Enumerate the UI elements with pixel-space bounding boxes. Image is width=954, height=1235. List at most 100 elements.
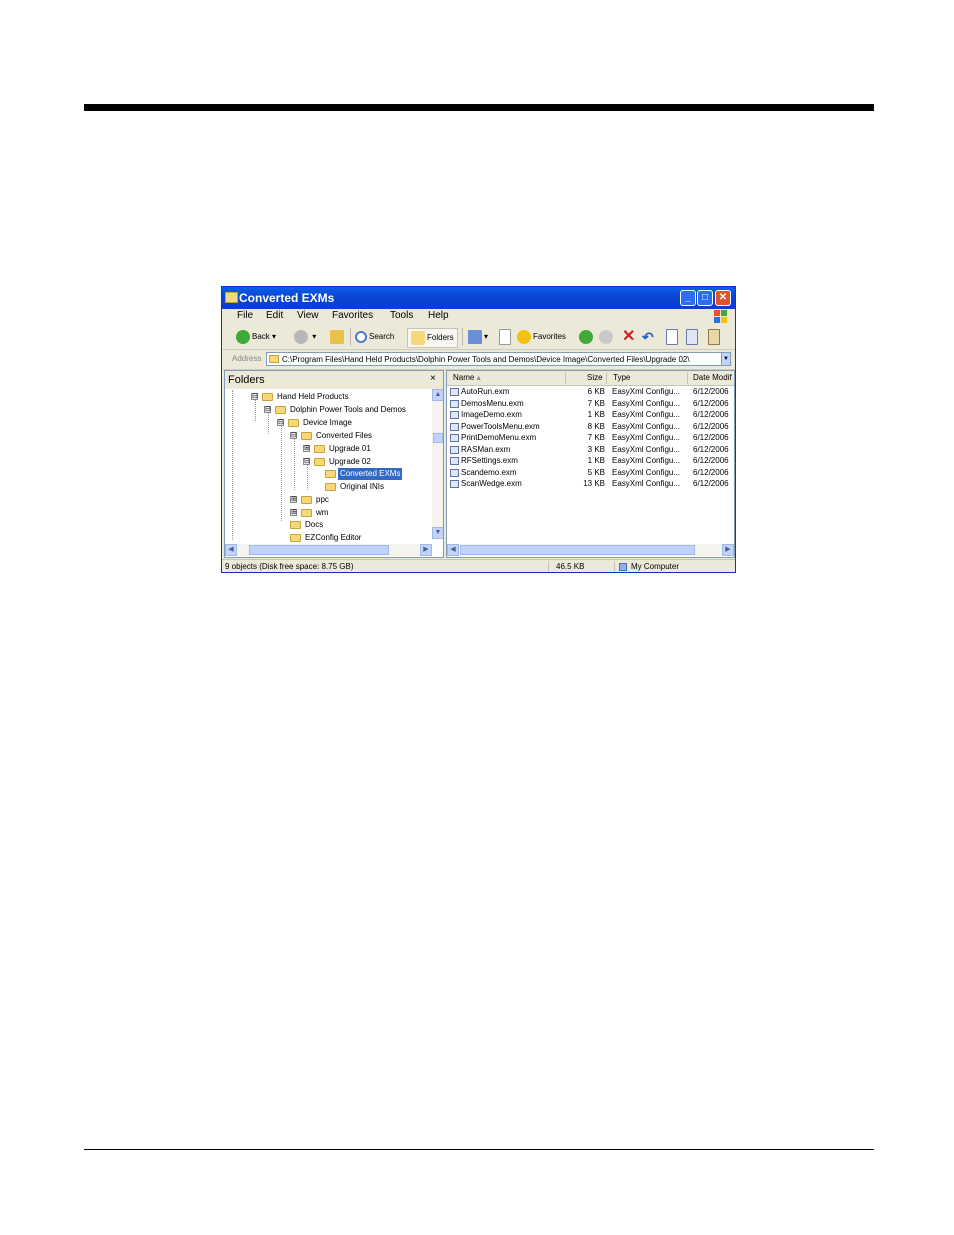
collapse-toggle[interactable]: ⊟ xyxy=(303,458,310,465)
file-row[interactable]: RFSettings.exm 1 KB EasyXml Configu... 6… xyxy=(447,455,734,467)
expand-toggle[interactable]: ⊞ xyxy=(290,509,297,516)
paste-icon xyxy=(708,328,720,345)
folders-pane-header: Folders × xyxy=(225,371,443,389)
collapse-toggle[interactable]: ⊟ xyxy=(290,432,297,439)
favorites-button[interactable]: Favorites xyxy=(517,328,566,346)
maximize-button[interactable]: □ xyxy=(697,290,713,306)
tree-item-device-image[interactable]: ⊟ Device Image xyxy=(277,417,427,429)
sort-ascending-icon: ▴ xyxy=(476,373,481,382)
delete-button[interactable]: ✕ xyxy=(622,328,635,346)
folders-horizontal-scrollbar[interactable]: ◀ ▶ xyxy=(225,544,432,556)
address-label: Address xyxy=(232,354,262,363)
minimize-button[interactable]: _ xyxy=(680,290,696,306)
menu-edit[interactable]: Edit xyxy=(266,310,283,321)
paste-button[interactable] xyxy=(708,328,722,346)
my-computer-icon xyxy=(619,563,627,571)
file-type: EasyXml Configu... xyxy=(612,456,681,465)
back-button[interactable]: Back ▾ xyxy=(236,328,276,346)
tree-item-label: ppc xyxy=(316,495,329,504)
file-row[interactable]: ScanWedge.exm 13 KB EasyXml Configu... 6… xyxy=(447,478,734,490)
address-dropdown-button[interactable]: ▼ xyxy=(721,352,731,366)
status-object-count: 9 objects (Disk free space: 8.75 GB) xyxy=(225,562,354,571)
tree-item-converted-files[interactable]: ⊟ Converted Files xyxy=(290,430,430,442)
tree-item-dolphin-power-tools[interactable]: ⊟ Dolphin Power Tools and Demos xyxy=(264,404,434,416)
folder-icon xyxy=(225,292,238,303)
search-button[interactable]: Search xyxy=(355,328,394,346)
folder-icon xyxy=(314,458,325,466)
scroll-thumb[interactable] xyxy=(433,433,443,443)
column-header-name[interactable]: Name ▴ xyxy=(453,373,481,382)
toolbar-separator xyxy=(462,328,463,346)
tree-item-docs[interactable]: Docs xyxy=(290,519,390,531)
expand-toggle[interactable]: ⊞ xyxy=(303,445,310,452)
up-folder-button[interactable] xyxy=(330,328,346,346)
file-date: 6/12/2006 xyxy=(693,479,729,488)
tree-item-ppc[interactable]: ⊞ ppc xyxy=(290,494,390,506)
address-input[interactable]: C:\Program Files\Hand Held Products\Dolp… xyxy=(266,352,723,366)
folders-vertical-scrollbar[interactable]: ▲ ▼ xyxy=(432,389,443,539)
search-label: Search xyxy=(369,332,395,341)
scroll-right-button[interactable]: ▶ xyxy=(420,544,432,556)
scroll-left-button[interactable]: ◀ xyxy=(225,544,237,556)
scroll-up-button[interactable]: ▲ xyxy=(432,389,443,401)
exm-file-icon xyxy=(450,469,459,477)
file-type: EasyXml Configu... xyxy=(612,387,681,396)
file-row[interactable]: AutoRun.exm 6 KB EasyXml Configu... 6/12… xyxy=(447,386,734,398)
tree-item-original-inis[interactable]: Original INIs xyxy=(325,481,425,493)
scroll-thumb[interactable] xyxy=(460,545,695,555)
collapse-toggle[interactable]: ⊟ xyxy=(264,406,271,413)
menu-tools[interactable]: Tools xyxy=(390,310,413,321)
folder-icon xyxy=(290,521,301,529)
collapse-toggle[interactable]: ⊟ xyxy=(277,419,284,426)
column-header-type[interactable]: Type xyxy=(613,373,630,382)
tree-item-converted-exms[interactable]: Converted EXMs xyxy=(325,468,425,480)
expand-toggle[interactable]: ⊞ xyxy=(290,496,297,503)
column-header-size[interactable]: Size xyxy=(587,373,603,382)
delete-x-icon: ✕ xyxy=(622,328,636,345)
move-to-button[interactable] xyxy=(599,328,615,346)
folder-icon xyxy=(290,534,301,542)
file-name: RFSettings.exm xyxy=(461,456,518,465)
folders-pane-close-button[interactable]: × xyxy=(430,373,436,384)
properties-icon xyxy=(666,328,678,345)
views-button[interactable]: ▾ xyxy=(468,328,488,346)
close-button[interactable]: ✕ xyxy=(715,290,731,306)
tree-item-label-selected: Converted EXMs xyxy=(338,468,403,480)
tree-item-label: Hand Held Products xyxy=(277,392,349,401)
history-button[interactable] xyxy=(579,328,595,346)
tree-item-hand-held-products[interactable]: ⊟ Hand Held Products xyxy=(251,391,431,403)
collapse-toggle[interactable]: ⊟ xyxy=(251,393,258,400)
column-header-date-modified[interactable]: Date Modif xyxy=(693,373,732,382)
menu-favorites[interactable]: Favorites xyxy=(332,310,373,321)
scroll-right-button[interactable]: ▶ xyxy=(722,544,734,556)
scroll-down-button[interactable]: ▼ xyxy=(432,527,443,539)
exm-file-icon xyxy=(450,411,459,419)
forward-button[interactable]: ▾ xyxy=(294,328,316,346)
title-bar[interactable]: Converted EXMs _ □ ✕ xyxy=(222,287,735,309)
stop-button[interactable] xyxy=(499,328,513,346)
file-list-horizontal-scrollbar[interactable]: ◀ ▶ xyxy=(447,544,734,556)
folder-icon xyxy=(262,393,273,401)
scroll-thumb[interactable] xyxy=(249,545,389,555)
menu-view[interactable]: View xyxy=(297,310,319,321)
properties-button[interactable] xyxy=(666,328,680,346)
file-name: ScanWedge.exm xyxy=(461,479,522,488)
menu-help[interactable]: Help xyxy=(428,310,449,321)
folder-icon xyxy=(314,445,325,453)
file-type: EasyXml Configu... xyxy=(612,410,681,419)
tree-item-wm[interactable]: ⊞ wm xyxy=(290,507,390,519)
scroll-left-button[interactable]: ◀ xyxy=(447,544,459,556)
file-row[interactable]: ImageDemo.exm 1 KB EasyXml Configu... 6/… xyxy=(447,409,734,421)
tree-item-label: Dolphin Power Tools and Demos xyxy=(290,405,406,414)
tree-item-ezconfig-editor[interactable]: EZConfig Editor xyxy=(290,532,410,544)
tree-item-upgrade-01[interactable]: ⊞ Upgrade 01 xyxy=(303,443,423,455)
menu-file[interactable]: File xyxy=(237,310,253,321)
file-row[interactable]: PrintDemoMenu.exm 7 KB EasyXml Configu..… xyxy=(447,432,734,444)
undo-button[interactable]: ↶ xyxy=(642,328,654,346)
folder-icon xyxy=(288,419,299,427)
file-name: PrintDemoMenu.exm xyxy=(461,433,537,442)
explorer-window: Converted EXMs _ □ ✕ File Edit View Favo… xyxy=(221,286,736,573)
tree-item-upgrade-02[interactable]: ⊟ Upgrade 02 xyxy=(303,456,423,468)
copy-button[interactable] xyxy=(686,328,700,346)
folders-button[interactable]: Folders xyxy=(407,328,458,348)
